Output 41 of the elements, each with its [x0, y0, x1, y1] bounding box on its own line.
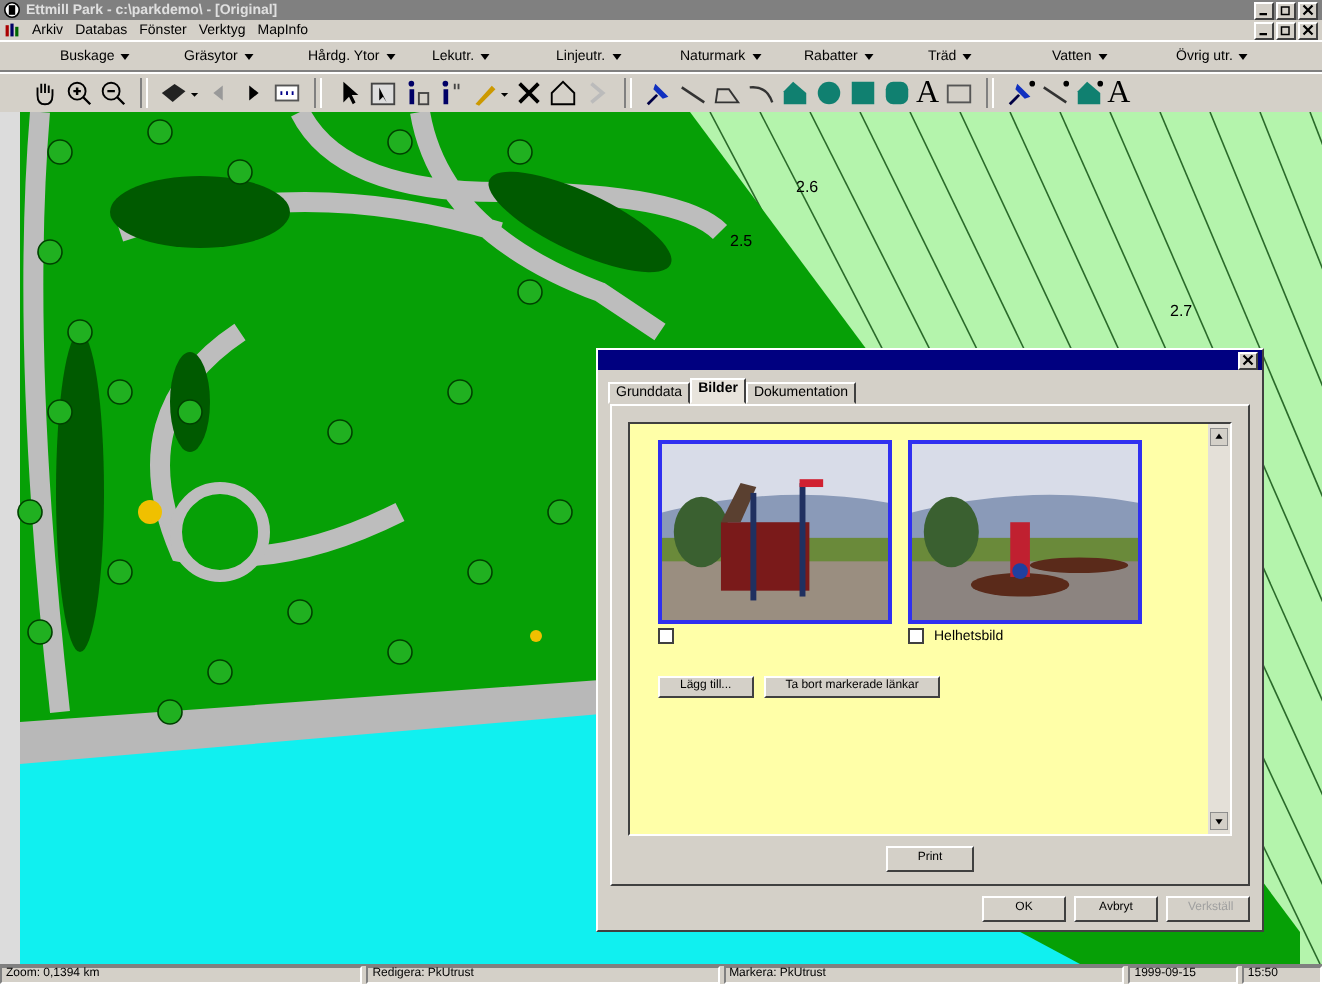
caret-icon	[863, 53, 874, 59]
circle-icon[interactable]	[814, 78, 844, 108]
close-icon	[1302, 24, 1314, 36]
close-icon	[1242, 354, 1254, 366]
close-button[interactable]	[1238, 351, 1258, 369]
caret-icon	[611, 53, 622, 59]
line-icon[interactable]	[1039, 78, 1070, 108]
caret-icon	[751, 53, 762, 59]
delete-icon[interactable]	[514, 78, 544, 108]
checkbox[interactable]	[908, 628, 924, 644]
restore-button[interactable]	[1276, 1, 1296, 19]
caret-icon	[385, 53, 396, 59]
scrollbar[interactable]	[1208, 424, 1230, 834]
pentagon-icon[interactable]	[1073, 78, 1104, 108]
close-button[interactable]	[1298, 21, 1318, 39]
house-icon[interactable]	[548, 78, 578, 108]
pin-icon[interactable]	[1005, 78, 1036, 108]
caret-icon	[120, 53, 131, 59]
caret-icon	[1097, 53, 1108, 59]
select-box-icon[interactable]	[368, 78, 398, 108]
scroll-down-icon[interactable]	[1210, 812, 1228, 830]
app-icon	[4, 2, 20, 18]
caret-icon	[962, 53, 973, 59]
scroll-up-icon[interactable]	[1210, 428, 1228, 446]
text-tool[interactable]: A	[916, 77, 940, 109]
pin-icon[interactable]	[644, 78, 674, 108]
caret-icon	[243, 53, 254, 59]
close-button[interactable]	[1298, 1, 1318, 19]
restore-button[interactable]	[1276, 21, 1296, 39]
zoom-out-icon[interactable]	[98, 78, 128, 108]
books-icon	[4, 22, 20, 38]
minimize-button[interactable]	[1254, 21, 1274, 39]
caret-icon	[480, 53, 491, 59]
zoom-in-icon[interactable]	[64, 78, 94, 108]
text-tool[interactable]: A	[1107, 77, 1131, 109]
caret-icon	[1238, 53, 1249, 59]
rounded-square-icon[interactable]	[882, 78, 912, 108]
minimize-button[interactable]	[1254, 1, 1274, 19]
close-icon	[1302, 4, 1314, 16]
square-icon[interactable]	[848, 78, 878, 108]
checkbox[interactable]	[658, 628, 674, 644]
